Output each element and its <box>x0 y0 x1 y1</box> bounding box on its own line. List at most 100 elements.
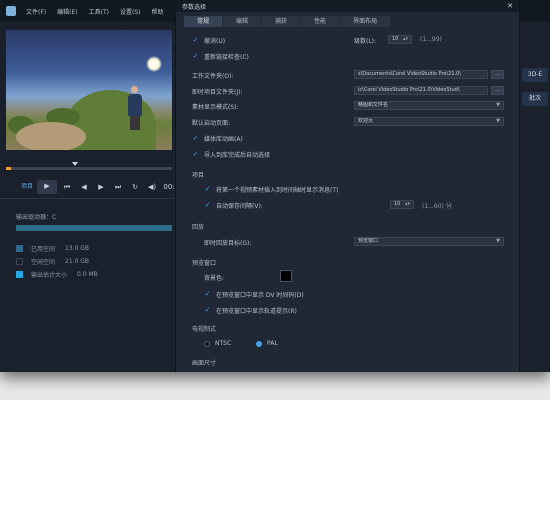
preview-path <box>16 122 86 150</box>
batch-button[interactable]: 批次 <box>522 92 548 106</box>
bg-color-swatch[interactable] <box>280 270 292 282</box>
frame-size-section-title: 画面尺寸 <box>192 360 217 367</box>
instant-playback-dropdown[interactable]: 预览窗口 ▼ <box>354 237 504 246</box>
autosave-interval-input[interactable]: 10 ▴▾ <box>390 200 414 209</box>
preview-person <box>128 86 142 130</box>
undo-levels-input[interactable]: 10 ▴▾ <box>388 35 412 44</box>
media-animation-label: 媒体库动画(A) <box>204 136 243 143</box>
instant-folder-label: 即时项目文件夹(J): <box>192 89 243 96</box>
work-folder-label: 工作文件夹(O): <box>192 73 234 80</box>
show-timecode-row: ✓ 在预览窗口中显示 DV 时间码(D) <box>204 290 304 300</box>
legend-row: 已用空间 13.0 GB <box>16 242 98 255</box>
disk-usage-legend: 已用空间 13.0 GB 空闲空间 21.0 GB 输出估计大小 0.0 MB <box>16 242 98 281</box>
play-button[interactable]: ▶ <box>37 180 57 194</box>
preview-sun <box>146 56 162 72</box>
output-drive-title: 输出驱动器：C <box>16 214 57 221</box>
spin-arrows-icon[interactable]: ▴▾ <box>403 36 408 43</box>
project-section-title: 项目 <box>192 172 205 179</box>
work-folder-input[interactable]: s\Documents\Corel VideoStudio Pro\21.0\ <box>354 70 488 79</box>
tv-standard-section-title: 电视制式 <box>192 326 217 333</box>
work-folder-browse-button[interactable]: ... <box>491 70 504 79</box>
3d-edit-button[interactable]: 3D-E <box>522 68 548 82</box>
media-animation-row: ✓ 媒体库动画(A) <box>192 134 243 144</box>
transport-controls: 项目 ▶ ⏮ ◀ ▶ ⏭ ↻ ◀) 00: <box>20 180 179 194</box>
playback-section-title: 回放 <box>192 224 205 231</box>
autosave-value: 10 <box>394 201 401 207</box>
media-animation-checkbox[interactable]: ✓ <box>192 135 199 142</box>
show-timecode-checkbox[interactable]: ✓ <box>204 291 211 298</box>
scrubber-progress <box>6 167 11 170</box>
tab-edit[interactable]: 编辑 <box>223 16 262 27</box>
ntsc-radio[interactable] <box>204 340 210 347</box>
material-mode-dropdown[interactable]: 略图和文件名 ▼ <box>354 101 504 110</box>
work-folder-row: 工作文件夹(O): <box>192 71 233 80</box>
tab-performance[interactable]: 性能 <box>301 16 340 27</box>
tab-general[interactable]: 常规 <box>184 16 223 27</box>
undo-levels-label: 级数(L): <box>354 38 377 45</box>
autosave-checkbox[interactable]: ✓ <box>204 202 211 209</box>
used-space-swatch <box>16 245 23 252</box>
legend-label: 已用空间 <box>31 246 56 253</box>
next-frame-icon[interactable]: ▶ <box>94 181 108 193</box>
project-mode-label[interactable]: 项目 <box>20 181 34 193</box>
go-to-start-icon[interactable]: ⏮ <box>60 181 74 193</box>
app-logo-icon <box>6 6 16 16</box>
show-track-label: 在预览窗口中显示轨道提示(R) <box>216 308 297 315</box>
ntsc-label: NTSC <box>215 340 232 347</box>
menu-settings[interactable]: 设置(S) <box>120 7 141 16</box>
instant-playback-value: 预览窗口 <box>358 238 379 244</box>
menu-help[interactable]: 帮助 <box>151 7 163 16</box>
preferences-dialog: 参数选择 ✕ 常规 编辑 捕获 性能 界面布局 ✓ 撤消(U) 级数(L): 1… <box>175 0 520 372</box>
menu-edit[interactable]: 编辑(E) <box>57 7 77 16</box>
relink-checkbox[interactable]: ✓ <box>192 53 199 60</box>
tab-layout[interactable]: 界面布局 <box>340 16 391 27</box>
default-page-dropdown[interactable]: 欢迎页 ▼ <box>354 117 504 126</box>
disk-usage-bar <box>16 225 172 231</box>
material-mode-value: 略图和文件名 <box>358 102 389 108</box>
show-timecode-label: 在预览窗口中显示 DV 时间码(D) <box>216 292 304 299</box>
auto-select-row: ✓ 导入到库完成后自动选择 <box>192 150 271 160</box>
undo-levels-value: 10 <box>392 36 399 42</box>
instant-folder-browse-button[interactable]: ... <box>491 86 504 95</box>
legend-value: 21.0 GB <box>65 258 90 265</box>
free-space-swatch <box>16 258 23 265</box>
insert-message-checkbox[interactable]: ✓ <box>204 186 211 193</box>
show-track-checkbox[interactable]: ✓ <box>204 307 211 314</box>
playhead-marker-icon[interactable] <box>72 162 78 166</box>
auto-select-checkbox[interactable]: ✓ <box>192 151 199 158</box>
instant-playback-row: 即时回放目标(G): <box>204 238 251 247</box>
timeline-scrubber[interactable] <box>6 167 172 170</box>
relink-label: 重新链接检查(C) <box>204 54 249 61</box>
ntsc-option[interactable]: NTSC <box>204 340 231 347</box>
relink-row: ✓ 重新链接检查(C) <box>192 52 249 62</box>
undo-label: 撤消(U) <box>204 38 226 45</box>
menu-tools[interactable]: 工具(T) <box>89 7 109 16</box>
tab-capture[interactable]: 捕获 <box>262 16 301 27</box>
menu-file[interactable]: 文件(F) <box>26 7 46 16</box>
repeat-icon[interactable]: ↻ <box>128 181 142 193</box>
bg-color-label: 背景色: <box>204 275 225 282</box>
pal-radio[interactable] <box>256 340 262 347</box>
legend-row: 输出估计大小 0.0 MB <box>16 268 98 281</box>
volume-icon[interactable]: ◀) <box>145 181 159 193</box>
chevron-down-icon: ▼ <box>496 238 500 244</box>
close-icon[interactable]: ✕ <box>507 2 513 10</box>
legend-label: 输出估计大小 <box>31 272 68 279</box>
insert-message-row: ✓ 将第一个视频素材插入到时间轴时显示消息(T) <box>204 185 339 195</box>
go-to-end-icon[interactable]: ⏭ <box>111 181 125 193</box>
autosave-row: ✓ 自动保存间隔(V): <box>204 201 263 211</box>
spin-arrows-icon[interactable]: ▴▾ <box>405 201 410 208</box>
instant-playback-label: 即时回放目标(G): <box>204 240 252 247</box>
auto-select-label: 导入到库完成后自动选择 <box>204 152 271 159</box>
preview-section-title: 预览窗口 <box>192 260 217 267</box>
left-panel: 项目 ▶ ⏮ ◀ ▶ ⏭ ↻ ◀) 00: 输出驱动器：C 已用空间 13.0 … <box>0 22 175 372</box>
previous-frame-icon[interactable]: ◀ <box>77 181 91 193</box>
pal-option[interactable]: PAL <box>256 340 278 347</box>
instant-folder-input[interactable]: ic\Corel VideoStudio Pro\21.0\VideoStud\ <box>354 86 488 95</box>
default-page-value: 欢迎页 <box>358 118 374 124</box>
video-preview <box>6 30 172 150</box>
legend-value: 0.0 MB <box>77 271 98 278</box>
undo-checkbox[interactable]: ✓ <box>192 37 199 44</box>
default-page-label: 默认启动页面: <box>192 120 231 127</box>
chevron-down-icon: ▼ <box>496 102 500 108</box>
